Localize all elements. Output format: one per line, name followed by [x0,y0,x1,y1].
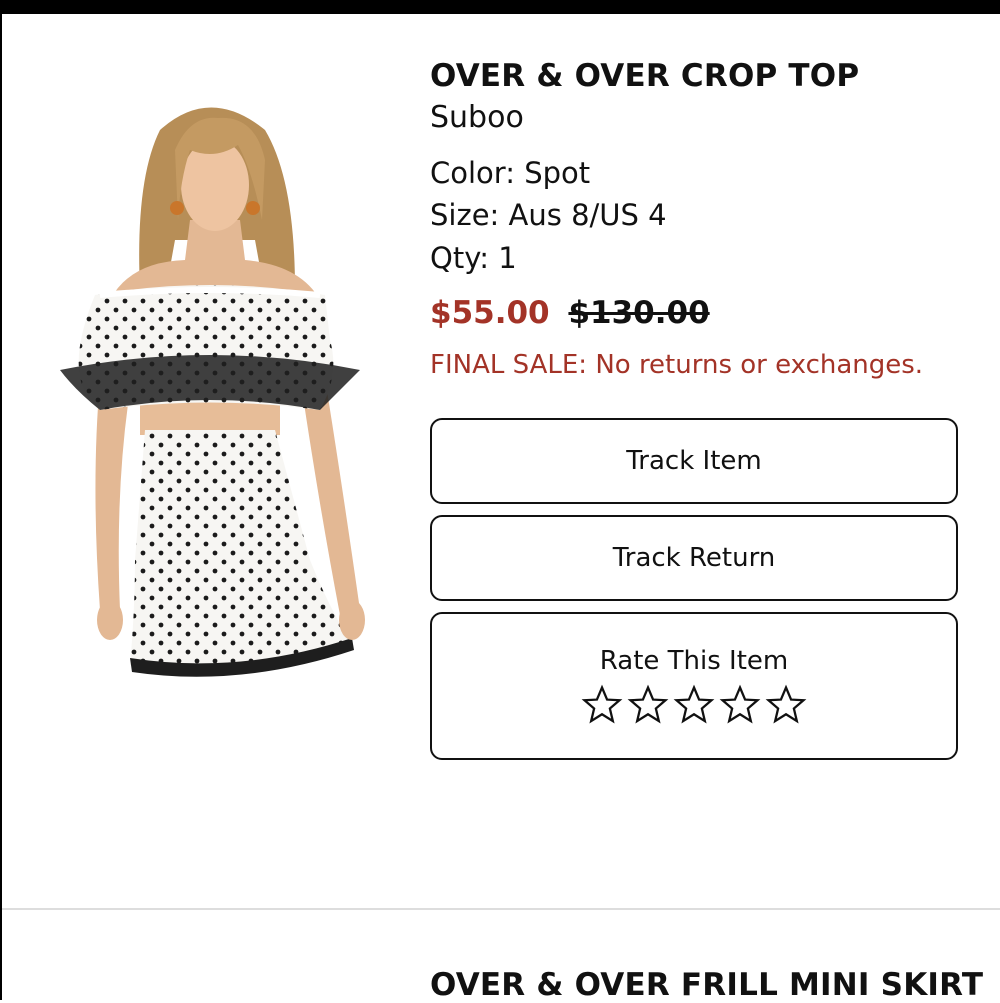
star-icon-1[interactable] [581,684,623,726]
star-icon-3[interactable] [673,684,715,726]
size-detail: Size: Aus 8/US 4 [430,198,667,232]
product-image [60,107,365,677]
price-block: $55.00 $130.00 [430,295,710,331]
star-icon-5[interactable] [765,684,807,726]
star-icon-2[interactable] [627,684,669,726]
track-return-label: Track Return [612,543,776,573]
final-sale-notice: FINAL SALE: No returns or exchanges. [430,350,924,380]
product-title-next: OVER & OVER FRILL MINI SKIRT [430,967,984,1003]
qty-detail: Qty: 1 [430,241,517,275]
star-rating [581,684,807,726]
brand-name: Suboo [430,100,524,135]
original-price: $130.00 [568,295,710,331]
rate-item-panel: Rate This Item [430,612,958,760]
top-bar [0,0,1000,14]
track-return-button[interactable]: Track Return [430,515,958,601]
left-border [0,14,2,1000]
track-item-label: Track Item [626,446,762,476]
item-divider [2,908,1000,910]
rate-item-label: Rate This Item [599,646,789,676]
star-icon-4[interactable] [719,684,761,726]
product-title: OVER & OVER CROP TOP [430,58,860,94]
track-item-button[interactable]: Track Item [430,418,958,504]
sale-price: $55.00 [430,295,550,331]
color-detail: Color: Spot [430,156,591,190]
